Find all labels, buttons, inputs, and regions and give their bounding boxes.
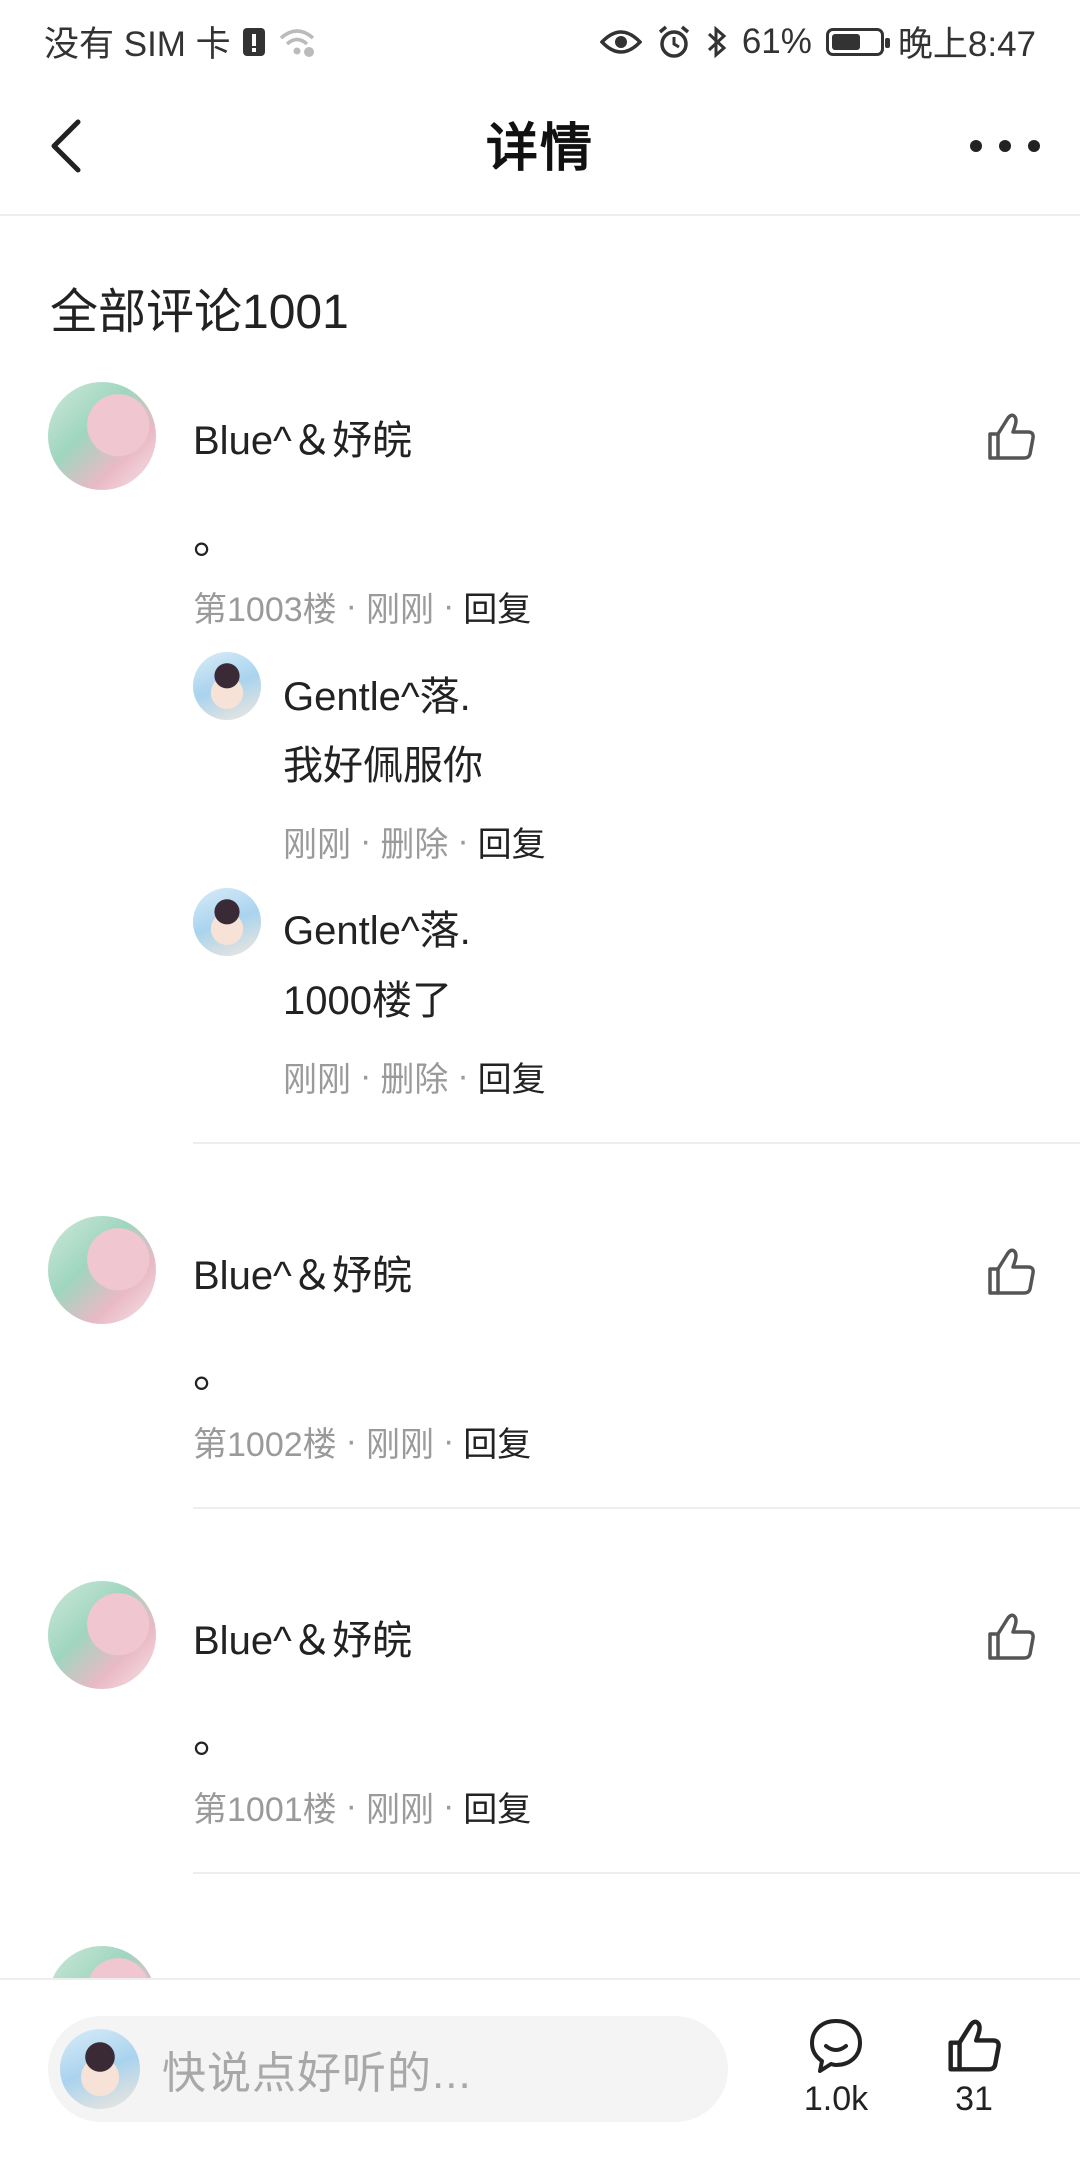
meta-separator: ·	[360, 822, 372, 860]
comment-divider	[193, 1142, 1080, 1144]
battery-percent-text: 61%	[741, 21, 812, 61]
avatar[interactable]	[48, 382, 156, 490]
meta-separator: ·	[360, 1057, 372, 1095]
floor-number: 第1001楼	[193, 1791, 337, 1829]
reply-author[interactable]: Gentle^落.	[283, 898, 471, 956]
more-dot	[1028, 140, 1040, 152]
comment-meta: 第1002楼 · 刚刚 · 回复	[193, 1417, 531, 1466]
meta-separator: ·	[457, 1057, 469, 1095]
reply-time: 刚刚	[283, 1061, 351, 1099]
meta-separator: ·	[442, 1422, 455, 1460]
reply-time: 刚刚	[283, 826, 351, 864]
meta-separator: ·	[345, 1422, 357, 1460]
comment-count: 1.0k	[803, 2080, 869, 2118]
comments-count-heading: 全部评论1001	[50, 286, 349, 339]
comment-meta: 第1003楼 · 刚刚 · 回复	[193, 582, 531, 631]
reply-author[interactable]: Gentle^落.	[283, 664, 471, 722]
comment-body: 。	[193, 1713, 237, 1762]
reply-avatar[interactable]	[193, 652, 261, 720]
comment-divider	[193, 1507, 1080, 1509]
thumbs-up-icon[interactable]	[984, 1245, 1038, 1299]
carrier-text: 没有 SIM 卡	[44, 25, 231, 64]
comment-count-button[interactable]: 1.0k	[786, 2016, 886, 2119]
comment-author[interactable]: Blue^＆妤皖	[193, 1243, 412, 1301]
comment-time: 刚刚	[365, 1791, 434, 1829]
floor-number: 第1002楼	[193, 1426, 337, 1464]
reply-button[interactable]: 回复	[463, 1417, 531, 1466]
more-options-button[interactable]	[970, 128, 1040, 164]
comment-input-placeholder: 快说点好听的...	[162, 2049, 472, 2098]
status-bar-left: 没有 SIM 卡	[44, 16, 317, 67]
top-navigation-bar: 详情	[0, 74, 1080, 216]
comment-divider	[193, 1872, 1080, 1874]
delete-button[interactable]: 删除	[380, 817, 448, 866]
user-avatar	[60, 2029, 140, 2109]
comment-time: 刚刚	[365, 1426, 434, 1464]
status-bar: 没有 SIM 卡 61% 晚上8:47	[0, 0, 1080, 74]
comment-author[interactable]: Blue^＆妤皖	[193, 1608, 412, 1666]
battery-icon	[825, 27, 890, 56]
comment-bubble-icon	[810, 2019, 862, 2073]
comment-input[interactable]: 快说点好听的...	[48, 2016, 728, 2122]
more-dots-icon	[970, 140, 982, 152]
sim-alert-icon	[241, 26, 267, 58]
meta-separator: ·	[442, 1787, 455, 1825]
bluetooth-icon	[706, 24, 728, 60]
comment-time: 刚刚	[365, 591, 434, 629]
comment-author[interactable]: Blue^＆妤皖	[193, 408, 412, 466]
reply-body: 1000楼了	[283, 979, 452, 1023]
floor-number: 第1003楼	[193, 591, 337, 629]
more-dot	[999, 140, 1011, 152]
reply-meta: 刚刚 · 删除 · 回复	[283, 817, 546, 866]
meta-separator: ·	[442, 587, 455, 625]
reply-body: 我好佩服你	[283, 744, 483, 788]
avatar[interactable]	[48, 1581, 156, 1689]
reply-button[interactable]: 回复	[478, 1052, 546, 1101]
avatar[interactable]	[48, 1216, 156, 1324]
reply-button[interactable]: 回复	[478, 817, 546, 866]
delete-button[interactable]: 删除	[380, 1052, 448, 1101]
reply-meta: 刚刚 · 删除 · 回复	[283, 1052, 546, 1101]
meta-separator: ·	[345, 587, 357, 625]
eye-icon	[599, 27, 642, 57]
meta-separator: ·	[345, 1787, 357, 1825]
comment-body: 。	[193, 514, 237, 563]
alarm-icon	[656, 24, 692, 60]
thumbs-up-icon[interactable]	[984, 1610, 1038, 1664]
reply-button[interactable]: 回复	[463, 582, 531, 631]
bottom-comment-bar: 快说点好听的... 1.0k 31	[0, 1978, 1080, 2160]
thumbs-up-icon[interactable]	[984, 410, 1038, 464]
reply-avatar[interactable]	[193, 888, 261, 956]
reply-button[interactable]: 回复	[463, 1782, 531, 1831]
like-count: 31	[955, 2080, 993, 2118]
meta-separator: ·	[457, 822, 469, 860]
clock-text: 晚上8:47	[897, 25, 1036, 64]
battery-level-fill	[831, 33, 860, 50]
status-bar-right: 61% 晚上8:47	[599, 16, 1036, 67]
comment-body: 。	[193, 1348, 237, 1397]
page-title: 详情	[485, 120, 594, 178]
like-count-button[interactable]: 31	[924, 2016, 1024, 2119]
wifi-off-icon	[277, 26, 317, 58]
comment-meta: 第1001楼 · 刚刚 · 回复	[193, 1782, 531, 1831]
thumbs-up-icon	[948, 2019, 1001, 2072]
